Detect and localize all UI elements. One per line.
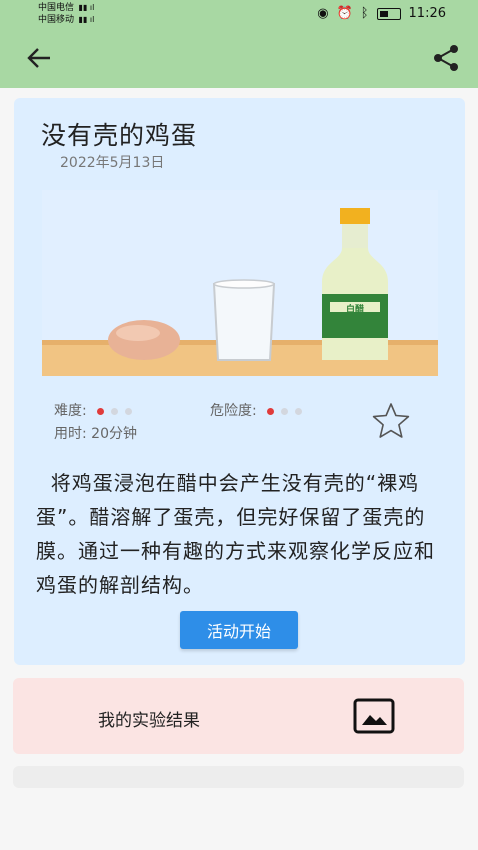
experiment-date: 2022年5月13日 [60, 155, 165, 171]
experiment-illustration: 白醋 [42, 190, 438, 376]
eye-icon: ◉ [317, 6, 329, 21]
next-card-edge [13, 766, 464, 788]
difficulty-label: 难度: [54, 403, 87, 419]
experiment-title: 没有壳的鸡蛋 [41, 121, 198, 150]
start-activity-button[interactable]: 活动开始 [180, 611, 298, 649]
clock-time: 11:26 [408, 6, 446, 21]
share-icon[interactable] [430, 42, 462, 74]
danger-label: 危险度: [210, 403, 257, 419]
danger-dots [267, 403, 309, 419]
alarm-icon: ⏰ [336, 6, 353, 21]
app-bar [0, 28, 478, 88]
difficulty-dot [97, 408, 105, 415]
signal-icon: ▮▮ ıl [76, 3, 95, 12]
my-result-card[interactable]: 我的实验结果 [13, 678, 464, 754]
time-required: 用时: 20分钟 [54, 426, 137, 442]
favorite-star-icon[interactable] [370, 400, 412, 442]
difficulty-dot [111, 408, 119, 415]
status-icons: ◉ ⏰ ᛒ 11:26 [317, 6, 446, 21]
experiment-description: 将鸡蛋浸泡在醋中会产生没有壳的“裸鸡蛋”。醋溶解了蛋壳，但完好保留了蛋壳的膜。通… [36, 466, 446, 602]
danger-dot [267, 408, 275, 415]
danger-dot [281, 408, 289, 415]
back-arrow-icon[interactable] [24, 42, 56, 74]
signal-icon-2: ▮▮ ıl [76, 15, 95, 24]
carrier-1: 中国电信 [38, 3, 75, 13]
carrier-2: 中国移动 [38, 15, 75, 25]
carrier-info: 中国电信 ▮▮ ıl 中国移动 ▮▮ ıl [38, 2, 94, 26]
danger-dot [295, 408, 303, 415]
battery-icon [376, 7, 401, 20]
difficulty: 难度: [54, 400, 139, 420]
description-text: 将鸡蛋浸泡在醋中会产生没有壳的“裸鸡蛋”。醋溶解了蛋壳，但完好保留了蛋壳的膜。通… [36, 471, 435, 597]
bluetooth-icon: ᛒ [360, 6, 369, 21]
status-bar: 中国电信 ▮▮ ıl 中国移动 ▮▮ ıl ◉ ⏰ ᛒ 11:26 [0, 0, 478, 28]
experiment-card: 没有壳的鸡蛋 2022年5月13日 白醋 难度: 危险度: 用时: 20分钟 将… [14, 98, 465, 665]
bottle-label: 白醋 [346, 303, 364, 315]
difficulty-dots [97, 403, 139, 419]
my-result-label: 我的实验结果 [98, 711, 200, 731]
danger: 危险度: [210, 400, 309, 420]
image-icon[interactable] [353, 698, 395, 734]
difficulty-dot [125, 408, 133, 415]
